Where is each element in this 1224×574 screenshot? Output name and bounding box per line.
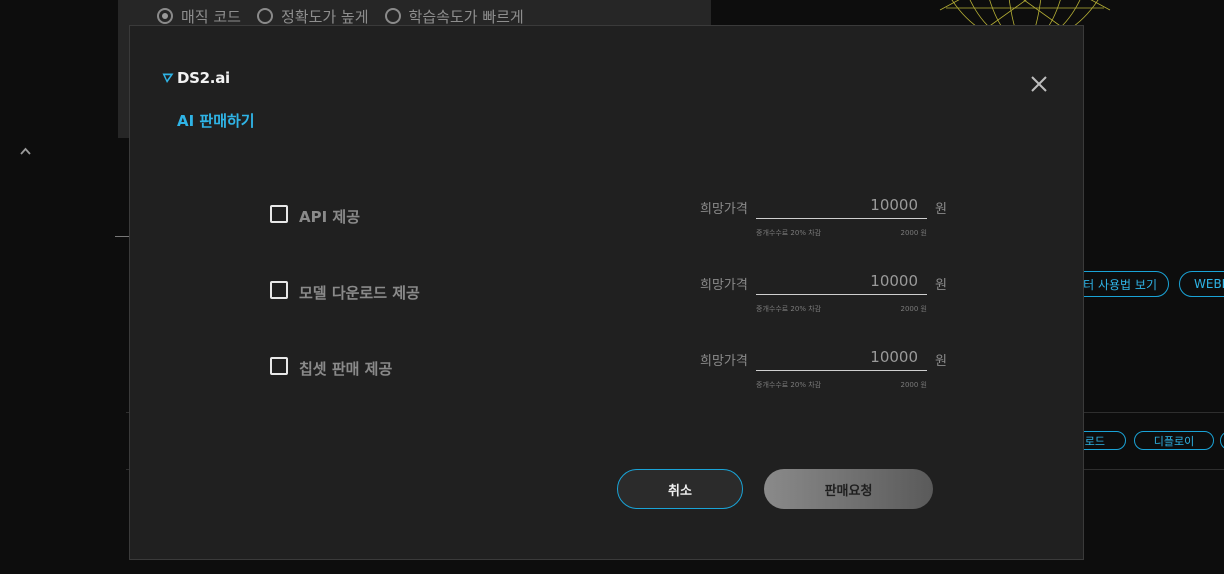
bg-radio-accuracy[interactable]: 정확도가 높게 [256,6,369,27]
price-input-api[interactable] [756,192,927,219]
option-label: 칩셋 판매 제공 [299,360,393,378]
bg-radio-magic-code[interactable]: 매직 코드 [157,6,241,27]
price-label: 희망가격 [700,354,748,369]
price-label: 희망가격 [700,202,748,217]
currency-unit: 원 [935,354,947,369]
bg-radio-speed[interactable]: 학습속도가 빠르게 [384,6,524,27]
bg-pill-label: WEBH [1194,277,1224,291]
fee-note: 중개수수료 20% 차감 [756,381,822,389]
option-label: 모델 다운로드 제공 [299,284,420,302]
option-chipset: 칩셋 판매 제공 희망가격 원 중개수수료 20% 차감 2000 원 [270,344,970,417]
bg-pill-webhook[interactable]: WEBH [1179,271,1224,297]
cancel-button[interactable]: 취소 [617,469,743,509]
ds2-logo-icon [162,73,174,83]
bg-pill-label: 로드 [1084,434,1105,448]
option-model-download: 모델 다운로드 제공 희망가격 원 중개수수료 20% 차감 2000 원 [270,268,970,341]
fee-amount: 2000 원 [900,381,927,389]
chevron-up-icon[interactable] [20,146,31,157]
checkbox-api[interactable] [270,205,288,223]
price-input-model-download[interactable] [756,268,927,295]
radio-icon [384,8,401,24]
fee-amount: 2000 원 [900,229,927,237]
bg-pill-more[interactable] [1220,431,1224,450]
option-label: API 제공 [299,208,361,226]
fee-amount: 2000 원 [900,305,927,313]
ds2-logo: DS2.ai [162,69,230,87]
currency-unit: 원 [935,202,947,217]
logo-text: DS2.ai [177,69,230,87]
sell-ai-modal: DS2.ai AI 판매하기 API 제공 희망가격 원 중개수수료 20% 차… [129,25,1084,560]
checkbox-model-download[interactable] [270,281,288,299]
radio-icon [157,8,173,24]
bg-pill-label: 디플로이 [1153,434,1195,448]
option-api: API 제공 희망가격 원 중개수수료 20% 차감 2000 원 [270,192,970,265]
bg-pill-deploy[interactable]: 디플로이 [1134,431,1214,450]
radio-icon [256,8,273,24]
close-icon[interactable] [1030,75,1048,93]
bg-pill-guide[interactable]: 터 사용법 보기 [1070,271,1169,297]
currency-unit: 원 [935,278,947,293]
fee-note: 중개수수료 20% 차감 [756,305,822,313]
submit-sale-request-button[interactable]: 판매요청 [764,469,933,509]
price-input-chipset[interactable] [756,344,927,371]
bg-pill-label: 터 사용법 보기 [1083,277,1157,292]
checkbox-chipset[interactable] [270,357,288,375]
modal-title: AI 판매하기 [177,112,255,130]
bg-radio-label: 학습속도가 빠르게 [408,7,524,26]
bg-radio-label: 정확도가 높게 [280,7,369,26]
fee-note: 중개수수료 20% 차감 [756,229,822,237]
price-label: 희망가격 [700,278,748,293]
bg-divider [115,236,130,237]
bg-radio-label: 매직 코드 [181,7,241,26]
